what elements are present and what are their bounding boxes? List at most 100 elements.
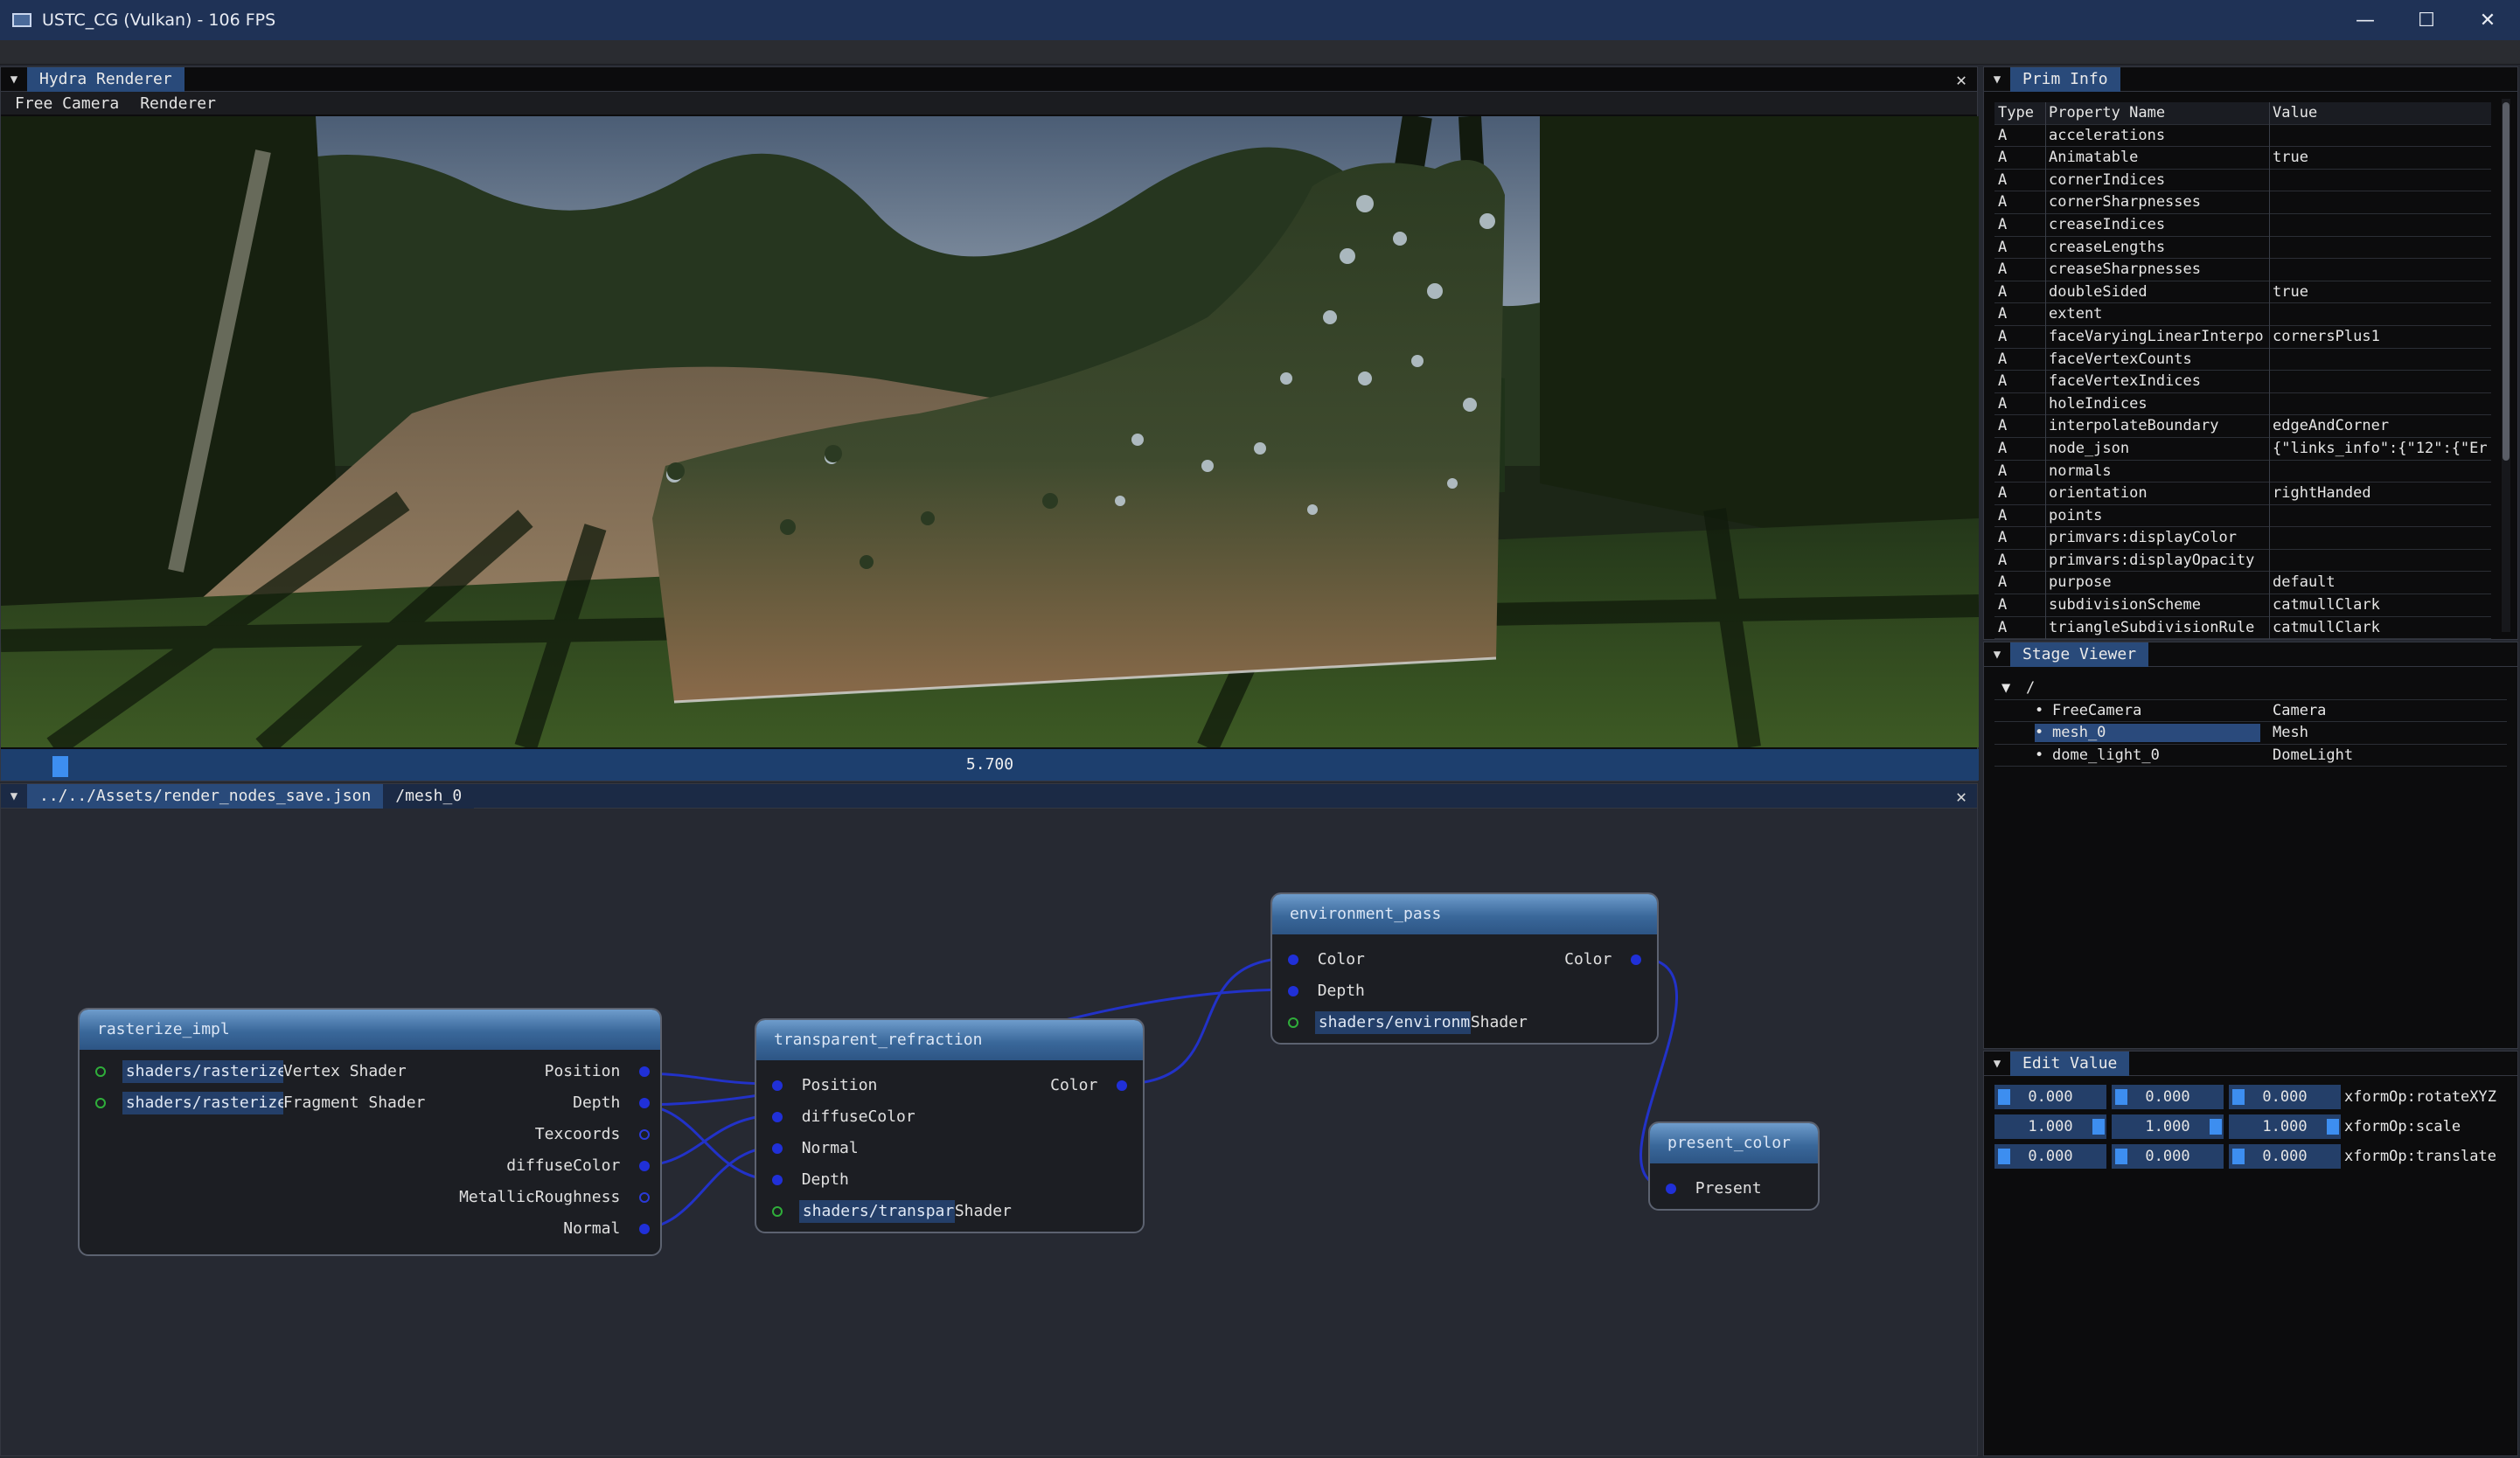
table-row[interactable]: AfaceVertexCounts: [1994, 349, 2491, 371]
node-transparent-refraction[interactable]: transparent_refraction Position diffuseC…: [755, 1018, 1145, 1233]
expand-arrow-icon[interactable]: ▼: [2001, 677, 2010, 700]
value-drag-field[interactable]: 0.000: [2112, 1144, 2224, 1169]
tree-item-mesh-0[interactable]: • mesh_0 Mesh: [1994, 722, 2507, 745]
fragment-shader-path-field[interactable]: shaders/rasterize: [122, 1092, 283, 1114]
table-row[interactable]: AcreaseIndices: [1994, 214, 2491, 237]
column-header-value[interactable]: Value: [2273, 102, 2491, 124]
table-row[interactable]: AsubdivisionScheme catmullClark: [1994, 594, 2491, 617]
table-row[interactable]: AcreaseSharpnesses: [1994, 259, 2491, 281]
column-divider[interactable]: [2045, 102, 2046, 640]
column-header-type[interactable]: Type: [1998, 102, 2042, 124]
table-row[interactable]: A Animatable true: [1994, 147, 2491, 170]
input-pin[interactable]: [772, 1080, 783, 1091]
table-row[interactable]: Apurpose default: [1994, 572, 2491, 595]
output-pin[interactable]: [639, 1066, 650, 1077]
value-drag-field[interactable]: 0.000: [2229, 1144, 2341, 1169]
collapse-arrow-icon[interactable]: ▼: [1984, 1057, 2010, 1071]
tree-item-dome-light-0[interactable]: • dome_light_0 DomeLight: [1994, 745, 2507, 767]
output-pin[interactable]: [639, 1098, 650, 1108]
node-graph-canvas[interactable]: rasterize_impl shaders/rasterizeVertex S…: [1, 810, 1979, 1455]
column-header-property[interactable]: Property Name: [2049, 102, 2266, 124]
drag-grab-handle[interactable]: [1998, 1089, 2010, 1105]
value-drag-field[interactable]: 1.000: [2112, 1114, 2224, 1139]
drag-grab-handle[interactable]: [2232, 1089, 2245, 1105]
menu-renderer[interactable]: Renderer: [126, 94, 223, 113]
input-pin[interactable]: [1288, 1017, 1298, 1028]
input-pin[interactable]: [1666, 1184, 1676, 1194]
table-row[interactable]: AcreaseLengths: [1994, 237, 2491, 260]
tree-root[interactable]: ▼ /: [1994, 677, 2507, 700]
drag-grab-handle[interactable]: [2115, 1149, 2127, 1164]
table-row[interactable]: Anormals: [1994, 461, 2491, 483]
value-drag-field[interactable]: 1.000: [1994, 1114, 2106, 1139]
output-pin[interactable]: [1631, 955, 1641, 965]
close-window-button[interactable]: ✕: [2457, 0, 2518, 40]
menu-free-camera[interactable]: Free Camera: [1, 94, 126, 113]
table-row[interactable]: Aprimvars:displayOpacity: [1994, 550, 2491, 573]
tab-prim-info[interactable]: Prim Info: [2010, 66, 2120, 92]
value-drag-field[interactable]: 0.000: [1994, 1144, 2106, 1169]
shader-path-field[interactable]: shaders/transpare: [798, 1200, 955, 1223]
drag-grab-handle[interactable]: [1998, 1149, 2010, 1164]
drag-grab-handle[interactable]: [2092, 1119, 2105, 1135]
timeline-slider[interactable]: 5.700: [1, 749, 1979, 781]
tab-mesh-path[interactable]: /mesh_0: [383, 783, 475, 809]
table-row[interactable]: Apoints: [1994, 505, 2491, 528]
input-pin[interactable]: [95, 1098, 106, 1108]
table-row[interactable]: AinterpolateBoundary edgeAndCorner: [1994, 415, 2491, 438]
node-present-color[interactable]: present_color Present: [1648, 1121, 1820, 1211]
table-row[interactable]: AcornerIndices: [1994, 170, 2491, 192]
column-divider[interactable]: [2269, 102, 2270, 640]
table-row[interactable]: Aaccelerations: [1994, 125, 2491, 148]
tab-hydra-renderer[interactable]: Hydra Renderer: [27, 66, 184, 92]
drag-grab-handle[interactable]: [2327, 1119, 2339, 1135]
collapse-arrow-icon[interactable]: ▼: [1, 73, 27, 87]
table-row[interactable]: AfaceVaryingLinearInterpo cornersPlus1: [1994, 326, 2491, 349]
tree-item-freecamera[interactable]: • FreeCamera Camera: [1994, 700, 2507, 723]
maximize-button[interactable]: ☐: [2396, 0, 2457, 40]
drag-grab-handle[interactable]: [2232, 1149, 2245, 1164]
table-row[interactable]: AholeIndices: [1994, 393, 2491, 416]
node-environment-pass[interactable]: environment_pass Color Depth shaders/env…: [1270, 892, 1659, 1045]
close-icon[interactable]: ✕: [1956, 67, 1967, 92]
tab-stage-viewer[interactable]: Stage Viewer: [2010, 642, 2149, 667]
collapse-arrow-icon[interactable]: ▼: [1984, 73, 2010, 87]
input-pin[interactable]: [1288, 986, 1298, 996]
value-drag-field[interactable]: 0.000: [2229, 1085, 2341, 1109]
tab-render-nodes-file[interactable]: ../../Assets/render_nodes_save.json: [27, 783, 384, 809]
drag-grab-handle[interactable]: [2115, 1089, 2127, 1105]
input-pin[interactable]: [1288, 955, 1298, 965]
table-row[interactable]: AfaceVertexIndices: [1994, 371, 2491, 393]
table-row[interactable]: AtriangleSubdivisionRule catmullClark: [1994, 617, 2491, 640]
input-pin[interactable]: [772, 1206, 783, 1217]
render-viewport[interactable]: [1, 116, 1979, 747]
node-rasterize-impl[interactable]: rasterize_impl shaders/rasterizeVertex S…: [78, 1008, 662, 1256]
vertex-shader-path-field[interactable]: shaders/rasterize: [122, 1060, 283, 1083]
output-pin[interactable]: [639, 1192, 650, 1203]
table-row[interactable]: AdoubleSided true: [1994, 281, 2491, 304]
input-pin[interactable]: [772, 1112, 783, 1122]
collapse-arrow-icon[interactable]: ▼: [1984, 648, 2010, 662]
tab-edit-value[interactable]: Edit Value: [2010, 1051, 2130, 1076]
minimize-button[interactable]: —: [2335, 0, 2396, 40]
value-drag-field[interactable]: 0.000: [1994, 1085, 2106, 1109]
table-row[interactable]: Anode_json {"links_info":{"12":{"Er: [1994, 438, 2491, 461]
table-row[interactable]: Aextent: [1994, 303, 2491, 326]
output-pin[interactable]: [1117, 1080, 1127, 1091]
value-drag-field[interactable]: 0.000: [2112, 1085, 2224, 1109]
output-pin[interactable]: [639, 1161, 650, 1171]
input-pin[interactable]: [95, 1066, 106, 1077]
prim-table-scrollbar[interactable]: [2502, 99, 2510, 632]
input-pin[interactable]: [772, 1175, 783, 1185]
scrollbar-thumb[interactable]: [2503, 102, 2510, 461]
table-row[interactable]: Aprimvars:displayColor: [1994, 527, 2491, 550]
output-pin[interactable]: [639, 1129, 650, 1140]
shader-path-field[interactable]: shaders/environme: [1314, 1011, 1471, 1034]
input-pin[interactable]: [772, 1143, 783, 1154]
collapse-arrow-icon[interactable]: ▼: [1, 789, 27, 803]
drag-grab-handle[interactable]: [2210, 1119, 2222, 1135]
value-drag-field[interactable]: 1.000: [2229, 1114, 2341, 1139]
table-row[interactable]: Aorientation rightHanded: [1994, 483, 2491, 505]
close-icon[interactable]: ✕: [1956, 784, 1967, 809]
table-row[interactable]: AcornerSharpnesses: [1994, 191, 2491, 214]
